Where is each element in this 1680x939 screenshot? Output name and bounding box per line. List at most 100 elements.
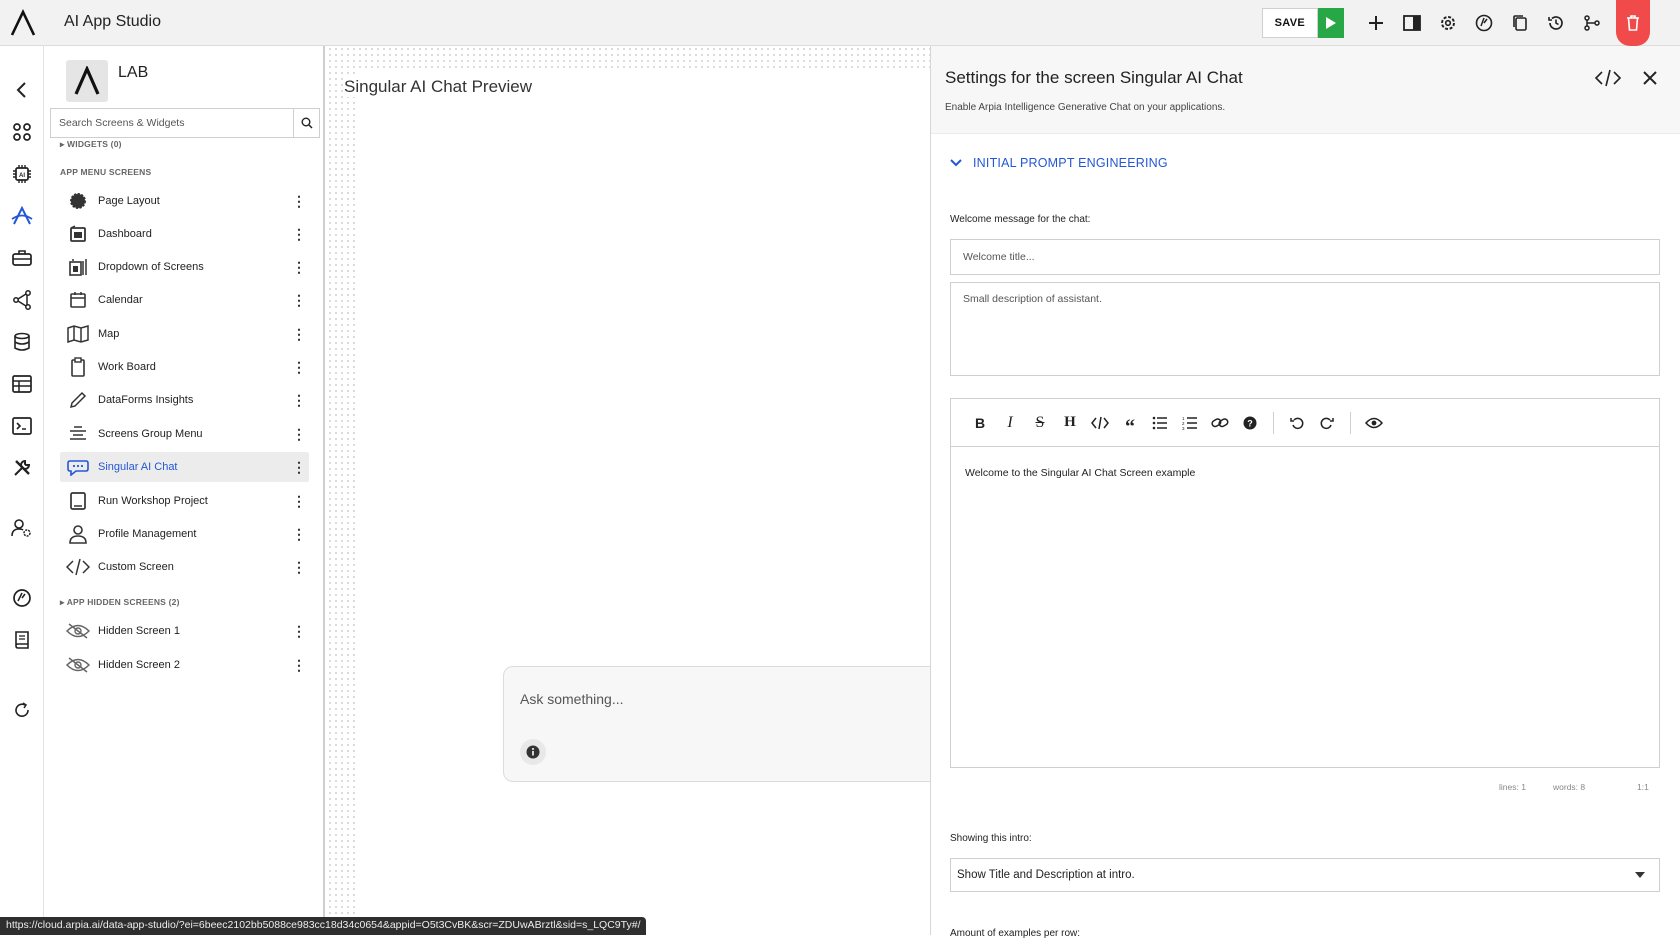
settings-button[interactable] <box>1430 0 1466 46</box>
map-icon <box>64 322 92 346</box>
database-icon[interactable] <box>10 330 34 354</box>
more-options-icon[interactable]: ⋮ <box>289 222 309 246</box>
save-button[interactable]: SAVE <box>1261 8 1318 38</box>
network-icon[interactable] <box>10 288 34 312</box>
more-options-icon[interactable]: ⋮ <box>289 653 309 677</box>
screen-item-work-board[interactable]: Work Board ⋮ <box>60 352 309 382</box>
welcome-title-input[interactable] <box>950 239 1660 275</box>
settings-title: Settings for the screen Singular AI Chat <box>945 68 1243 87</box>
more-options-icon[interactable]: ⋮ <box>289 619 309 643</box>
bold-icon[interactable]: B <box>965 408 995 438</box>
screen-item-page-layout[interactable]: Page Layout ⋮ <box>60 186 309 216</box>
screen-item-map[interactable]: Map ⋮ <box>60 319 309 349</box>
studio-icon[interactable] <box>10 204 34 228</box>
top-bar: AI App Studio SAVE <box>0 0 1680 46</box>
search-box <box>50 108 320 138</box>
widgets-section-header[interactable]: ▸ WIDGETS (0) <box>60 139 122 150</box>
search-input[interactable] <box>51 109 293 137</box>
chat-input-box[interactable]: Ask something... <box>503 666 933 782</box>
terminal-icon[interactable] <box>10 414 34 438</box>
preview-eye-icon[interactable] <box>1359 408 1389 438</box>
more-options-icon[interactable]: ⋮ <box>289 255 309 279</box>
search-button[interactable] <box>293 109 319 137</box>
more-options-icon[interactable]: ⋮ <box>289 189 309 213</box>
redo-icon[interactable] <box>1312 408 1342 438</box>
more-options-icon[interactable]: ⋮ <box>289 288 309 312</box>
more-options-icon[interactable]: ⋮ <box>289 555 309 579</box>
more-options-icon[interactable]: ⋮ <box>289 489 309 513</box>
undo-icon[interactable] <box>1282 408 1312 438</box>
dashboard-icon <box>1475 14 1493 32</box>
screens-sidebar: LAB ▸ WIDGETS (0) APP MENU SCREENS Page … <box>44 46 325 935</box>
apps-icon[interactable] <box>10 120 34 144</box>
toggle-panel-button[interactable] <box>1394 0 1430 46</box>
more-options-icon[interactable]: ⋮ <box>289 322 309 346</box>
branch-button[interactable] <box>1574 0 1610 46</box>
more-options-icon[interactable]: ⋮ <box>289 355 309 379</box>
dashboard-icon <box>64 222 92 246</box>
bullet-list-icon[interactable] <box>1145 408 1175 438</box>
chat-input-placeholder[interactable]: Ask something... <box>520 691 624 707</box>
code-view-button[interactable] <box>1593 64 1623 92</box>
code-icon <box>64 555 92 579</box>
add-button[interactable] <box>1358 0 1394 46</box>
gauge-icon[interactable] <box>10 586 34 610</box>
gear-badge-icon <box>64 189 92 213</box>
quote-icon[interactable]: “ <box>1115 408 1145 438</box>
more-options-icon[interactable]: ⋮ <box>289 388 309 412</box>
close-icon <box>1643 71 1657 85</box>
plus-icon <box>1369 16 1383 30</box>
screen-item-hidden-screen-2[interactable]: Hidden Screen 2 ⋮ <box>60 650 309 680</box>
code-icon <box>1594 69 1622 87</box>
duplicate-button[interactable] <box>1502 0 1538 46</box>
more-options-icon[interactable]: ⋮ <box>289 455 309 479</box>
code-icon[interactable] <box>1085 408 1115 438</box>
screen-item-screens-group-menu[interactable]: Screens Group Menu ⋮ <box>60 419 309 449</box>
back-icon[interactable] <box>10 78 34 102</box>
refresh-icon[interactable] <box>10 698 34 722</box>
screen-item-calendar[interactable]: Calendar ⋮ <box>60 285 309 315</box>
screen-item-hidden-screen-1[interactable]: Hidden Screen 1 ⋮ <box>60 616 309 646</box>
assistant-description-textarea[interactable] <box>950 282 1660 376</box>
info-icon[interactable] <box>520 739 546 765</box>
arpia-logo-icon[interactable] <box>10 8 36 37</box>
initial-prompt-accordion[interactable]: INITIAL PROMPT ENGINEERING <box>949 156 1168 170</box>
editor-lines-count: lines: 1 <box>1499 782 1526 792</box>
preview-frame <box>355 70 930 935</box>
strikethrough-icon[interactable]: S <box>1025 408 1055 438</box>
lab-title: LAB <box>118 64 149 81</box>
tools-icon[interactable] <box>10 456 34 480</box>
more-options-icon[interactable]: ⋮ <box>289 522 309 546</box>
close-panel-button[interactable] <box>1637 64 1663 92</box>
screen-item-profile-management[interactable]: Profile Management ⋮ <box>60 519 309 549</box>
hidden-screens-section-header[interactable]: ▸ APP HIDDEN SCREENS (2) <box>60 597 180 608</box>
book-icon[interactable] <box>10 628 34 652</box>
toolbox-icon[interactable] <box>10 246 34 270</box>
screen-item-dropdown-of-screens[interactable]: Dropdown of Screens ⋮ <box>60 252 309 282</box>
numbered-list-icon[interactable]: 123 <box>1175 408 1205 438</box>
svg-text:?: ? <box>1247 418 1253 428</box>
history-icon <box>1548 16 1563 30</box>
intro-select[interactable]: Show Title and Description at intro. <box>950 858 1660 892</box>
user-settings-icon[interactable] <box>10 516 34 540</box>
italic-icon[interactable]: I <box>995 408 1025 438</box>
chip-icon[interactable]: AI <box>10 162 34 186</box>
delete-button[interactable] <box>1616 0 1650 46</box>
more-options-icon[interactable]: ⋮ <box>289 422 309 446</box>
play-button[interactable] <box>1318 8 1344 38</box>
link-icon[interactable] <box>1205 408 1235 438</box>
screen-item-dataforms-insights[interactable]: DataForms Insights ⋮ <box>60 385 309 415</box>
screen-item-singular-ai-chat[interactable]: Singular AI Chat ⋮ <box>60 452 309 482</box>
settings-subtitle: Enable Arpia Intelligence Generative Cha… <box>945 102 1226 113</box>
editor-content[interactable]: Welcome to the Singular AI Chat Screen e… <box>951 447 1659 499</box>
heading-icon[interactable]: H <box>1055 408 1085 438</box>
dashboard-button[interactable] <box>1466 0 1502 46</box>
screen-item-dashboard[interactable]: Dashboard ⋮ <box>60 219 309 249</box>
screen-item-run-workshop-project[interactable]: Run Workshop Project ⋮ <box>60 486 309 516</box>
screen-item-custom-screen[interactable]: Custom Screen ⋮ <box>60 552 309 582</box>
table-icon[interactable] <box>10 372 34 396</box>
clipboard-icon <box>64 355 92 379</box>
help-icon[interactable]: ? <box>1235 408 1265 438</box>
lab-logo-icon <box>66 60 108 102</box>
history-button[interactable] <box>1538 0 1574 46</box>
